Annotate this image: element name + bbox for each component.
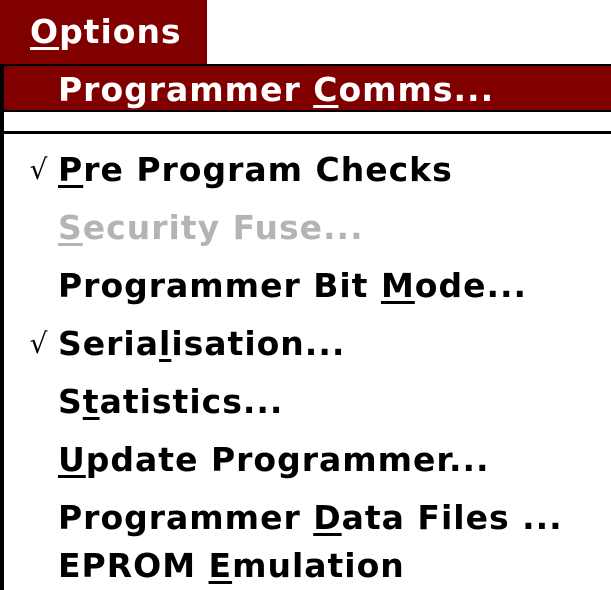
menu-item-security-fuse[interactable]: Security Fuse... (4, 204, 611, 252)
menu-title-mnemonic: O (30, 12, 60, 51)
menu-item-label-suffix: ata Files ... (341, 498, 563, 537)
menu-item-label-prefix: Programmer (58, 498, 314, 537)
menu-item-eprom-emulation[interactable]: EPROM Emulation (4, 542, 611, 590)
menu-item-label-prefix: Seria (58, 324, 160, 363)
menu-item-label-suffix: mulation (232, 546, 405, 585)
menu-item-programmer-comms[interactable]: Programmer Comms... (4, 64, 611, 112)
menu-item-label-suffix: omms... (338, 70, 495, 109)
menu-title-options[interactable]: Options (0, 0, 207, 64)
menu-item-statistics[interactable]: Statistics... (4, 378, 611, 426)
menu-item-programmer-data-files[interactable]: Programmer Data Files ... (4, 494, 611, 542)
menu-item-mnemonic: U (58, 440, 86, 479)
menu-item-mnemonic: E (208, 546, 233, 585)
options-dropdown-menu: Programmer Comms... √ Pre Program Checks… (0, 64, 611, 590)
menu-item-mnemonic: D (313, 498, 342, 537)
menu-item-mnemonic: l (159, 324, 172, 363)
menu-item-serialisation[interactable]: √ Serialisation... (4, 320, 611, 368)
checkmark-icon: √ (29, 327, 49, 360)
menu-item-mnemonic: C (313, 70, 339, 109)
menu-item-mnemonic: P (58, 150, 84, 189)
menu-item-label-suffix: ode... (414, 266, 528, 305)
menu-item-mnemonic: t (82, 382, 100, 421)
menu-separator (4, 131, 611, 134)
menu-item-label-suffix: atistics... (99, 382, 284, 421)
menu-item-update-programmer[interactable]: Update Programmer... (4, 436, 611, 484)
menu-item-label-suffix: ecurity Fuse... (82, 208, 364, 247)
menu-title-suffix: ptions (59, 12, 182, 51)
menu-item-mnemonic: M (380, 266, 415, 305)
menu-item-mnemonic: S (58, 208, 83, 247)
menu-item-pre-program-checks[interactable]: √ Pre Program Checks (4, 146, 611, 194)
menu-item-label-prefix: Programmer (58, 70, 314, 109)
menu-item-programmer-bit-mode[interactable]: Programmer Bit Mode... (4, 262, 611, 310)
menu-item-label-prefix: EPROM (58, 546, 209, 585)
menu-item-label-suffix: pdate Programmer... (85, 440, 490, 479)
menu-item-label-prefix: S (58, 382, 83, 421)
checkmark-icon: √ (29, 153, 49, 186)
menu-item-label-prefix: Programmer Bit (58, 266, 381, 305)
menu-item-label-suffix: re Program Checks (83, 150, 453, 189)
menu-item-label-suffix: isation... (171, 324, 346, 363)
